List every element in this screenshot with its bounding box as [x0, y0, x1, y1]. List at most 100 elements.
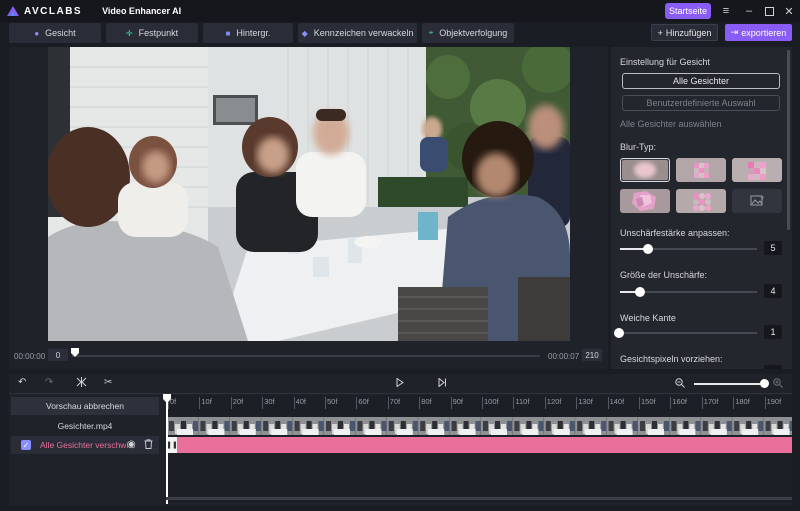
ruler-tick-label: 20f [232, 397, 244, 406]
preview-scrub-track[interactable] [72, 355, 540, 357]
split-icon[interactable] [76, 377, 87, 390]
maximize-icon[interactable] [761, 3, 777, 19]
ruler-tick-label: 140f [609, 397, 625, 406]
redo-icon[interactable]: ↷ [45, 377, 53, 388]
soft-edge-slider-track[interactable] [620, 332, 757, 334]
export-icon: ⇥ [730, 27, 739, 37]
thumbnail-frame [512, 417, 544, 435]
ruler-tick-label: 40f [295, 397, 307, 406]
preview-frame-end[interactable]: 210 [582, 349, 602, 361]
thumbnail-frame [198, 417, 230, 435]
custom-selection-button[interactable]: Benutzerdefinierte Auswahl [622, 95, 780, 111]
tab-gesicht[interactable]: ● Gesicht [9, 23, 101, 43]
ruler-tick-label: 80f [421, 397, 432, 406]
tab-hintergrund[interactable]: ■ Hintergr. [203, 23, 293, 43]
thumbnail-frame [732, 417, 764, 435]
app-name: Video Enhancer AI [102, 6, 182, 16]
preview-scrub-handle[interactable] [71, 348, 79, 357]
face-pixels-value[interactable] [764, 365, 782, 369]
thumbnail-frame [292, 417, 324, 435]
scissors-icon[interactable]: ✂ [104, 377, 112, 388]
tab-label: Objektverfolgung [439, 28, 508, 38]
ruler-tick [482, 397, 483, 409]
thumbnail-frame [167, 417, 198, 435]
video-preview[interactable] [48, 47, 570, 341]
tracking-icon: ⌖ [428, 28, 434, 37]
faces-track-bar[interactable]: ❚❚ [166, 437, 792, 453]
svg-text:+: + [760, 195, 764, 202]
preview-frame-start[interactable]: 0 [48, 349, 68, 361]
sharpness-value[interactable]: 5 [764, 241, 782, 255]
panel-scrollbar[interactable] [787, 50, 790, 230]
play-icon[interactable] [396, 377, 404, 390]
video-thumbnail-strip[interactable] [167, 417, 792, 435]
thumbnail-frame [386, 417, 418, 435]
ruler-tick-label: 100f [484, 397, 499, 406]
tab-label: Hintergr. [236, 28, 271, 38]
thumbnail-frame [418, 417, 450, 435]
add-label: Hinzufügen [665, 27, 712, 38]
ruler-tick-label: 160f [672, 397, 687, 406]
blur-type-crystal[interactable] [620, 189, 670, 213]
ruler-tick-label: 180f [735, 397, 750, 406]
export-button[interactable]: ⇥ exportieren [725, 24, 792, 41]
blur-type-custom-image[interactable]: + [732, 189, 782, 213]
select-all-faces-hint: Alle Gesichter auswählen [620, 119, 722, 129]
thumbnail-frame [324, 417, 355, 435]
trash-icon[interactable] [144, 439, 153, 452]
playhead-handle[interactable] [163, 394, 171, 406]
next-frame-icon[interactable] [438, 377, 447, 390]
preview-time-start: 00:00:00 [14, 352, 46, 361]
thumbnail-frame [606, 417, 638, 435]
ruler-tick-label: 90f [452, 397, 464, 406]
ruler-tick-label: 10f [201, 397, 212, 406]
blur-size-value[interactable]: 4 [764, 284, 782, 298]
tab-kennzeichen[interactable]: ◆ Kennzeichen verwackeln [298, 23, 417, 43]
menu-icon[interactable]: ≡ [718, 3, 734, 19]
thumbnail-frame [669, 417, 701, 435]
track-checkbox[interactable]: ✓ [21, 440, 31, 450]
zoom-in-icon[interactable] [773, 378, 783, 391]
ruler-tick-label: 30f [264, 397, 275, 406]
blur-size-label: Größe der Unschärfe: [620, 270, 708, 280]
plus-icon: + [657, 27, 663, 38]
ruler-tick [419, 397, 421, 409]
blur-type-gaussian[interactable] [620, 158, 670, 182]
brand-logo-icon [7, 6, 19, 16]
ruler-tick-label: 150f [641, 397, 656, 406]
add-button[interactable]: + Hinzufügen [651, 24, 718, 41]
all-faces-button[interactable]: Alle Gesichter [622, 73, 780, 89]
blur-size-slider-handle[interactable] [635, 287, 645, 297]
cancel-preview-button[interactable]: Vorschau abbrechen [11, 397, 159, 415]
timeline-divider [9, 393, 792, 394]
eye-icon[interactable]: ◉ [127, 439, 136, 450]
blur-type-pixel[interactable] [732, 158, 782, 182]
title-bar: AVCLABS Video Enhancer AI Startseite ≡ –… [0, 0, 800, 22]
soft-edge-value[interactable]: 1 [764, 325, 782, 339]
tab-label: Kennzeichen verwackeln [313, 28, 414, 38]
ruler-tick [544, 397, 546, 409]
zoom-out-icon[interactable] [675, 378, 685, 391]
ruler-tick [199, 397, 201, 409]
zoom-slider-handle[interactable] [760, 379, 769, 388]
timeline-scrollbar[interactable] [166, 497, 792, 500]
undo-icon[interactable]: ↶ [18, 377, 26, 388]
soft-edge-slider-handle[interactable] [614, 328, 624, 338]
sharpness-slider-handle[interactable] [643, 244, 653, 254]
track-drag-handle[interactable]: ❚❚ [166, 437, 178, 453]
tab-objektverfolgung[interactable]: ⌖ Objektverfolgung [422, 23, 514, 43]
blur-type-mosaic[interactable] [676, 158, 726, 182]
zoom-slider-track[interactable] [694, 383, 764, 385]
blur-type-dots[interactable] [676, 189, 726, 213]
thumbnail-frame [261, 417, 293, 435]
thumbnail-frame [481, 417, 512, 435]
close-icon[interactable]: ✕ [781, 3, 797, 19]
startseite-button[interactable]: Startseite [665, 3, 711, 19]
tab-festpunkt[interactable]: ✛ Festpunkt [106, 23, 198, 43]
timeline-playhead[interactable] [166, 396, 168, 504]
ruler-tick [450, 397, 452, 409]
minimize-icon[interactable]: – [741, 3, 757, 19]
ruler-tick [230, 397, 232, 409]
track-row-faces[interactable]: ✓ Alle Gesichter verschwi... ◉ [11, 436, 159, 454]
timeline-ruler[interactable]: 0f 10f 20f 30f 40f 50f 60f 70f 80f 90f 100f 110f 120… [166, 395, 792, 411]
